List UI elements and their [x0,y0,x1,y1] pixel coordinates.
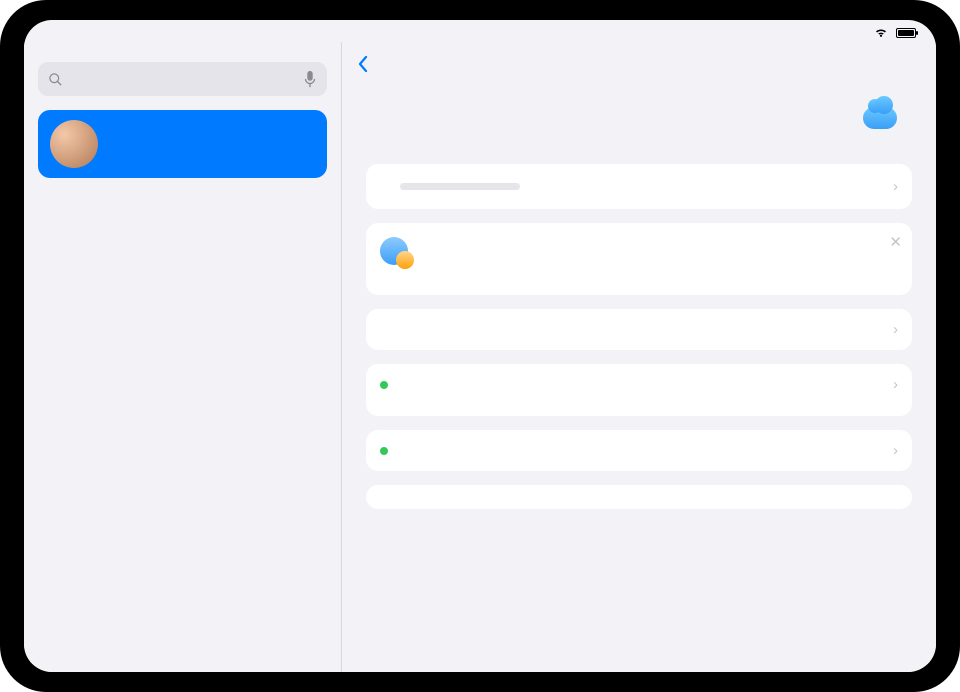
chevron-right-icon: › [893,376,898,393]
search-input[interactable] [69,70,297,89]
storage-progress [400,183,520,190]
close-icon[interactable]: ✕ [889,233,902,251]
features-header [366,485,912,509]
saved-to-icloud-panel: › [366,364,912,416]
status-dot-icon [380,447,388,455]
storage-row[interactable]: › [366,164,912,209]
chevron-right-icon: › [893,442,898,459]
back-button[interactable] [358,56,370,72]
recommended-row[interactable]: › [366,309,912,350]
chevron-right-icon: › [893,178,898,195]
status-bar [24,20,936,42]
share-icloud-panel: ✕ [366,223,912,295]
cloud-icon [863,107,897,129]
dictate-icon[interactable] [303,70,317,88]
search-icon [48,72,63,87]
icloud-backup-row[interactable]: › [366,430,912,471]
avatar [50,120,98,168]
page-title [38,42,327,62]
settings-sidebar [24,42,342,672]
see-all-link[interactable]: › [893,376,898,394]
search-field[interactable] [38,62,327,96]
family-icon [380,237,408,265]
icloud-features-panel [366,485,912,509]
chevron-left-icon [358,56,368,72]
battery-icon [896,28,916,38]
chevron-right-icon: › [893,321,898,338]
wifi-icon [874,28,888,38]
status-dot-icon [380,381,388,389]
icloud-subscriber-badge [848,86,912,150]
sidebar-item-account[interactable] [38,110,327,178]
